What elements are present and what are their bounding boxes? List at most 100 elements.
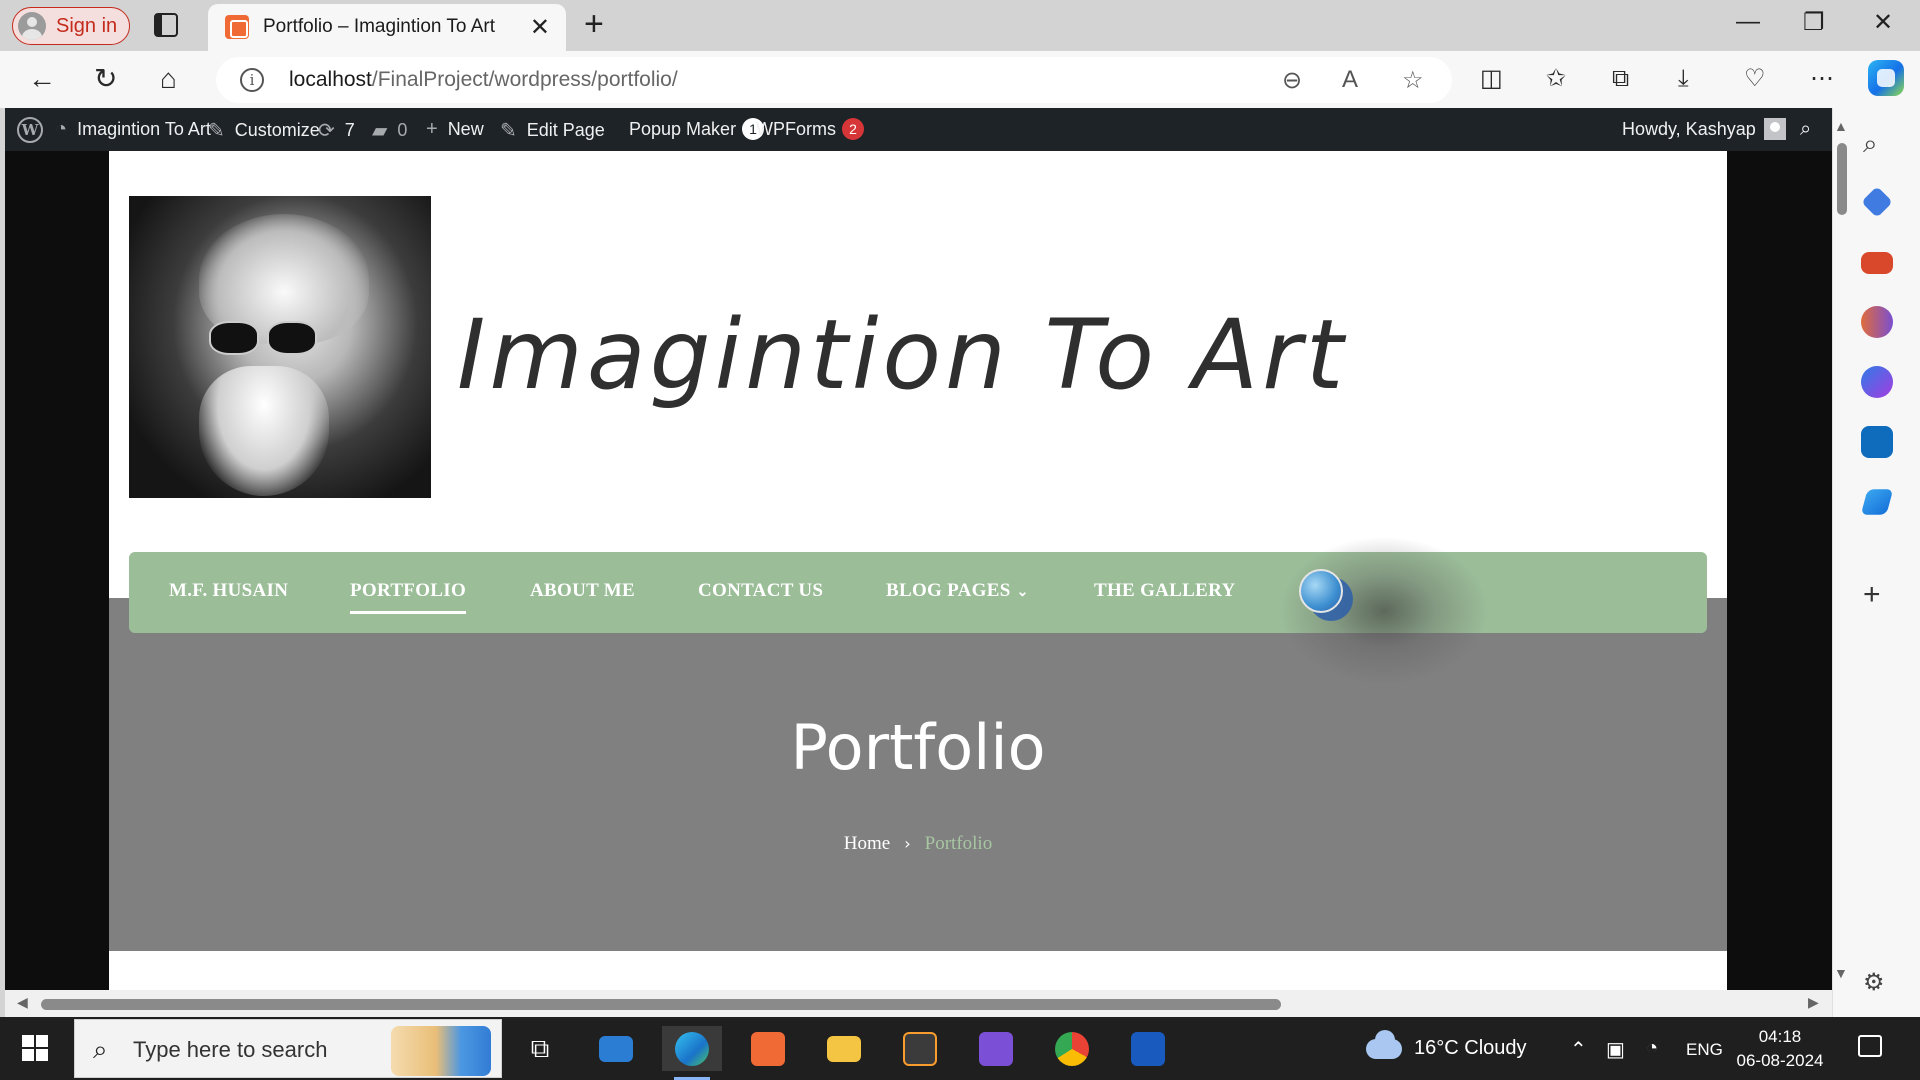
comment-bubble-icon: ▰ — [372, 120, 388, 142]
send-icon[interactable] — [1860, 489, 1894, 515]
task-view-icon[interactable]: ⧉ — [510, 1026, 570, 1071]
breadcrumb: Home › Portfolio — [109, 833, 1727, 855]
site-title[interactable]: Imagintion To Art — [457, 299, 1347, 411]
url-text[interactable]: localhost/FinalProject/wordpress/portfol… — [289, 68, 678, 92]
file-explorer-icon[interactable] — [814, 1026, 874, 1071]
back-arrow-icon[interactable]: ← — [28, 62, 56, 96]
restore-button[interactable]: ❐ — [1803, 8, 1825, 37]
system-clock[interactable]: 04:18 06-08-2024 — [1725, 1025, 1835, 1073]
tab-title: Portfolio – Imagintion To Art — [263, 16, 495, 37]
wp-howdy-link[interactable]: Howdy, Kashyap — [1622, 118, 1786, 140]
wifi-icon[interactable]: ◔ — [1646, 1037, 1658, 1060]
wp-updates-link[interactable]: ⟳ 7 — [318, 118, 355, 143]
add-sidebar-app-icon[interactable]: + — [1863, 578, 1881, 612]
microsoft-365-icon[interactable] — [1861, 366, 1893, 398]
more-menu-icon[interactable]: ⋯ — [1810, 62, 1834, 96]
windows-start-icon[interactable] — [22, 1035, 48, 1061]
plus-icon: + — [426, 118, 438, 140]
nav-item-about-me[interactable]: ABOUT ME — [530, 580, 635, 602]
sidebar-search-icon[interactable]: ⌕ — [1863, 128, 1878, 160]
scroll-right-arrow-icon[interactable]: ▶ — [1808, 994, 1819, 1011]
shopping-tag-icon[interactable] — [1861, 186, 1893, 218]
nav-item-the-gallery[interactable]: THE GALLERY — [1094, 580, 1235, 602]
new-tab-button[interactable]: + — [584, 5, 604, 44]
minimize-button[interactable]: — — [1736, 8, 1760, 36]
cursor-highlight — [1279, 536, 1489, 686]
page-title: Portfolio — [790, 711, 1046, 784]
dashboard-gauge-icon: ◔ — [55, 118, 68, 140]
tab-close-icon[interactable]: ✕ — [530, 13, 550, 42]
breadcrumb-home-link[interactable]: Home — [844, 833, 890, 854]
scroll-down-arrow-icon[interactable]: ▼ — [1834, 965, 1848, 981]
site-info-icon[interactable]: i — [240, 68, 264, 92]
tray-display-icon[interactable]: ▣ — [1606, 1037, 1625, 1062]
collections-icon[interactable]: ⧉ — [1612, 62, 1629, 96]
refresh-icon[interactable]: ↻ — [94, 62, 117, 96]
copilot-icon[interactable] — [1868, 60, 1904, 96]
edge-sidebar: ⌕ + ⚙ — [1832, 108, 1920, 1017]
wp-customize-link[interactable]: ✎ Customize — [208, 118, 320, 143]
favorite-star-icon[interactable]: ☆ — [1402, 66, 1424, 95]
profile-avatar-icon — [18, 12, 46, 40]
taskbar-search-box[interactable]: ⌕ Type here to search — [74, 1019, 502, 1078]
games-icon[interactable] — [1861, 306, 1893, 338]
browser-essentials-icon[interactable]: ♡ — [1744, 62, 1766, 96]
language-indicator[interactable]: ENG — [1686, 1040, 1723, 1060]
nav-item-mf-husain[interactable]: M.F. HUSAIN — [169, 580, 288, 602]
wp-comments-link[interactable]: ▰ 0 — [372, 118, 407, 143]
updates-icon: ⟳ — [318, 120, 335, 142]
wp-site-name-link[interactable]: ◔ Imagintion To Art — [55, 118, 211, 141]
sign-in-button[interactable]: Sign in — [12, 7, 130, 45]
tab-portfolio[interactable]: Portfolio – Imagintion To Art ✕ — [208, 4, 566, 51]
site-page: Imagintion To Art M.F. HUSAIN PORTFOLIO … — [109, 151, 1727, 1017]
wp-new-link[interactable]: + New — [426, 118, 484, 141]
read-aloud-icon[interactable]: A — [1342, 66, 1358, 94]
browser-tab-strip: Sign in Portfolio – Imagintion To Art ✕ … — [0, 0, 1920, 51]
site-logo-portrait[interactable] — [129, 196, 431, 498]
chevron-down-icon: ⌄ — [1016, 585, 1029, 600]
wp-wpforms-link[interactable]: WPForms 2 — [756, 118, 864, 140]
home-icon[interactable]: ⌂ — [160, 62, 177, 96]
search-highlight-illustration — [391, 1026, 491, 1076]
windows-taskbar: ⌕ Type here to search ⧉ 16°C Cloudy ⌃ ▣ … — [0, 1017, 1920, 1080]
nav-item-blog-pages[interactable]: BLOG PAGES ⌄ — [886, 580, 1029, 602]
downloads-icon[interactable]: ⤓ — [1678, 62, 1689, 96]
chrome-app-icon[interactable] — [1042, 1026, 1102, 1071]
sublime-text-icon[interactable] — [890, 1026, 950, 1071]
wpforms-badge: 2 — [842, 118, 864, 140]
horizontal-scrollbar[interactable]: ◀ ▶ — [5, 990, 1832, 1017]
wordpress-logo-icon[interactable]: W — [17, 117, 43, 143]
breadcrumb-current: Portfolio — [924, 833, 993, 854]
tray-chevron-up-icon[interactable]: ⌃ — [1570, 1037, 1587, 1062]
wp-admin-bar: W ◔ Imagintion To Art ✎ Customize ⟳ 7 ▰ 0 + N… — [5, 108, 1832, 151]
split-screen-icon[interactable]: ◫ — [1480, 62, 1503, 96]
edge-app-icon[interactable] — [662, 1026, 722, 1080]
favorites-icon[interactable]: ✩ — [1546, 62, 1566, 96]
nav-item-portfolio[interactable]: PORTFOLIO — [350, 580, 467, 614]
horizontal-scrollbar-thumb[interactable] — [41, 999, 1281, 1010]
browser-toolbar: ← ↻ ⌂ i localhost/FinalProject/wordpress… — [0, 51, 1920, 108]
language-globe-icon[interactable] — [1299, 569, 1343, 613]
nav-item-contact-us[interactable]: CONTACT US — [698, 580, 823, 602]
pencil-icon: ✎ — [500, 120, 517, 142]
notification-center-icon[interactable] — [1858, 1035, 1882, 1057]
xampp-app-icon[interactable] — [738, 1026, 798, 1071]
wp-edit-page-link[interactable]: ✎ Edit Page — [500, 118, 605, 143]
weather-text[interactable]: 16°C Cloudy — [1414, 1037, 1527, 1060]
tools-icon[interactable] — [1861, 252, 1893, 274]
vertical-scrollbar-thumb[interactable] — [1837, 143, 1847, 215]
mail-app-icon[interactable] — [586, 1026, 646, 1071]
wp-popup-maker-link[interactable]: Popup Maker 1 — [629, 118, 765, 140]
tab-actions-icon[interactable] — [154, 13, 178, 37]
visual-studio-icon[interactable] — [966, 1026, 1026, 1071]
scroll-left-arrow-icon[interactable]: ◀ — [17, 994, 28, 1011]
wp-search-icon[interactable]: ⌕ — [1800, 118, 1811, 141]
scroll-up-arrow-icon[interactable]: ▲ — [1834, 118, 1848, 134]
address-bar[interactable]: i localhost/FinalProject/wordpress/portf… — [216, 57, 1452, 103]
weather-cloud-icon[interactable] — [1366, 1030, 1402, 1059]
outlook-icon[interactable] — [1861, 426, 1893, 458]
sidebar-settings-icon[interactable]: ⚙ — [1863, 968, 1885, 997]
word-app-icon[interactable] — [1118, 1026, 1178, 1071]
close-window-button[interactable]: ✕ — [1873, 8, 1893, 37]
zoom-out-icon[interactable]: ⊖ — [1282, 66, 1302, 95]
